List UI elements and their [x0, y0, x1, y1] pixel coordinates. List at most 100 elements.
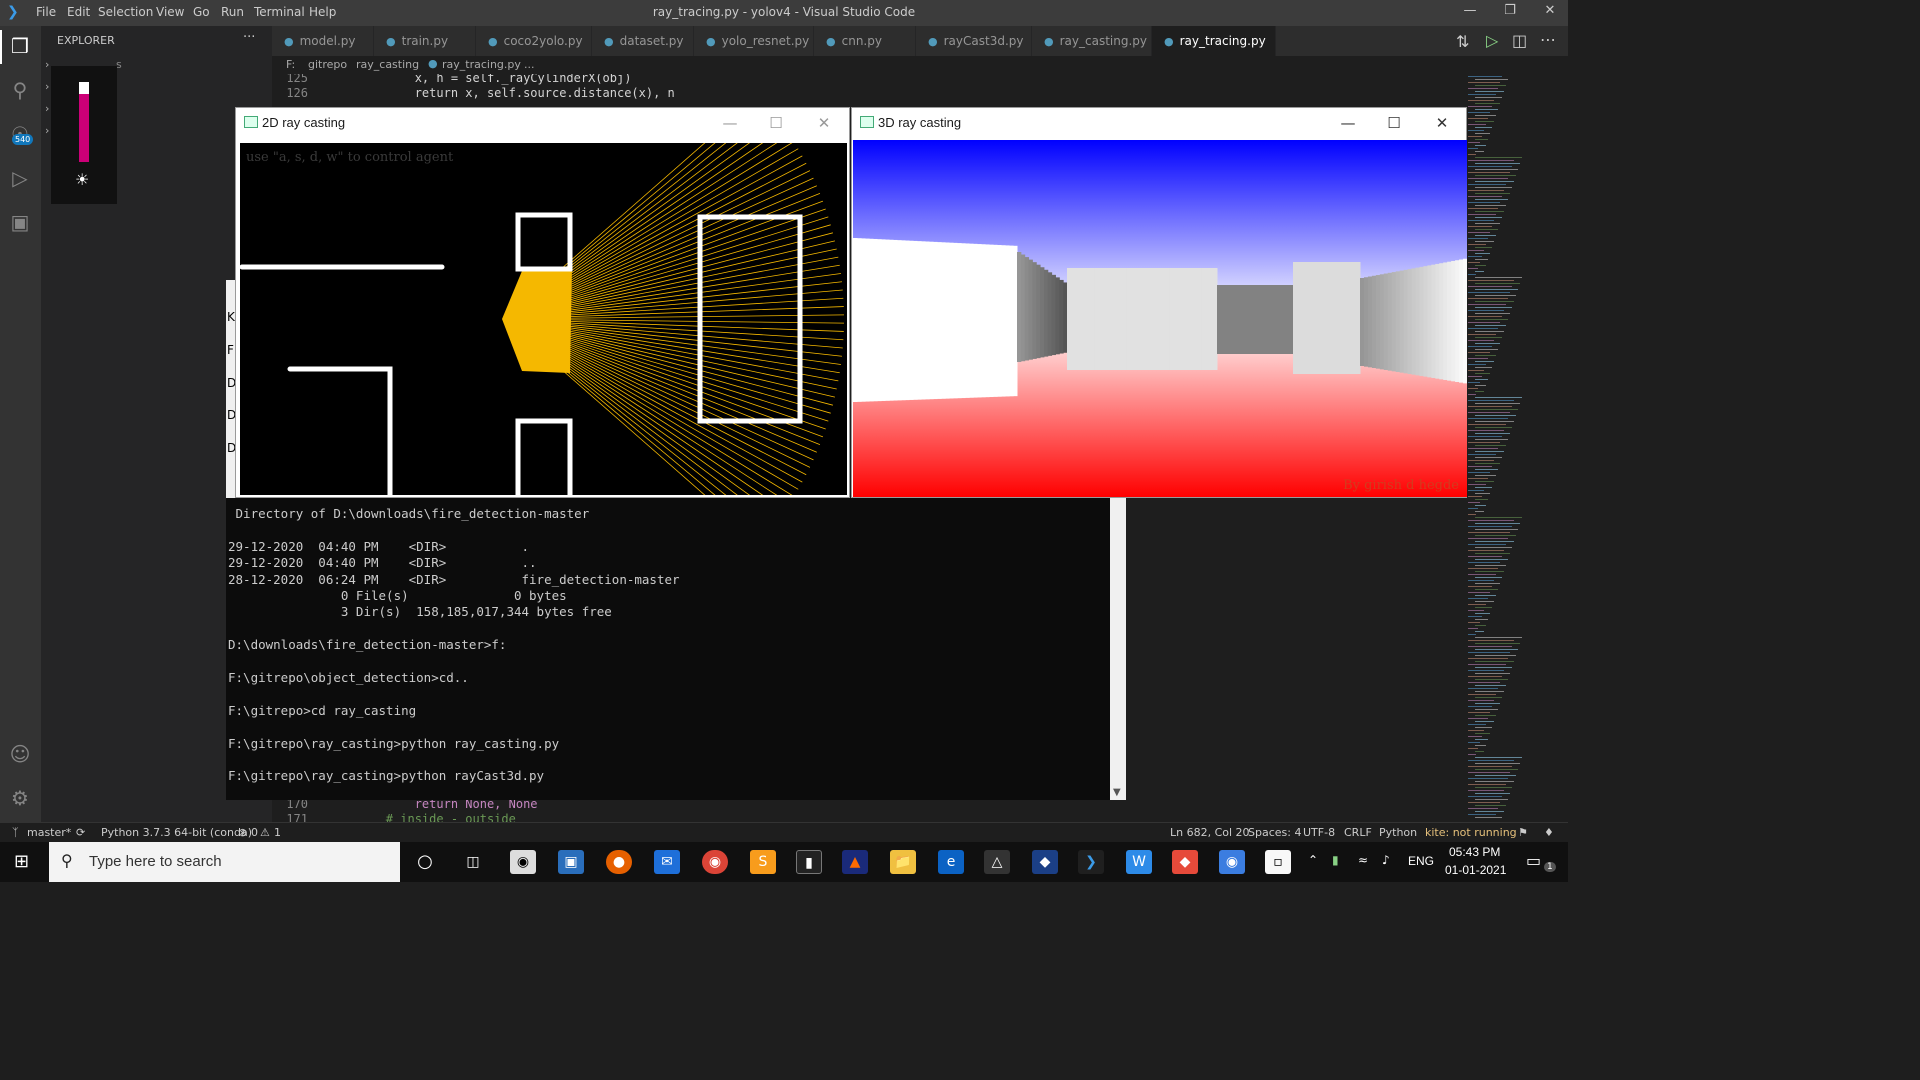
menu-run[interactable]: Run — [221, 5, 244, 19]
tree-chevron-icon[interactable]: › — [45, 124, 49, 137]
menu-selection[interactable]: Selection — [98, 5, 153, 19]
indentation[interactable]: Spaces: 4 — [1248, 826, 1301, 839]
tab-yolo-resnet[interactable]: ● yolo_resnet.py — [694, 26, 814, 56]
explorer-icon[interactable]: ❒ — [8, 34, 32, 58]
firefox-icon[interactable]: ● — [606, 850, 632, 874]
app-icon[interactable]: ▲ — [842, 850, 868, 874]
wifi-icon[interactable]: ≈ — [1358, 853, 1368, 867]
hidden-icons-icon[interactable]: ⌃ — [1308, 853, 1318, 867]
editor-code-top[interactable]: 125 x, h = self._rayCylinderX(obj) 126 r… — [272, 74, 1462, 104]
tab-raycast3d[interactable]: ● rayCast3d.py — [916, 26, 1032, 56]
language-mode[interactable]: Python — [1379, 826, 1417, 839]
compare-icon[interactable]: ⇅ — [1456, 32, 1469, 51]
tab-ray-tracing[interactable]: ●ray_tracing.py✕ — [1152, 26, 1276, 56]
maximize-2d-button[interactable]: ☐ — [754, 112, 798, 134]
breadcrumb-symbol[interactable]: ... — [524, 58, 535, 71]
scroll-down-icon[interactable]: ▼ — [1113, 787, 1121, 798]
camera-icon[interactable]: ◉ — [510, 850, 536, 874]
warning-count[interactable]: 1 — [274, 826, 281, 839]
tab-coco2yolo[interactable]: ● coco2yolo.py — [476, 26, 592, 56]
menu-edit[interactable]: Edit — [67, 5, 90, 19]
clock-date[interactable]: 01-01-2021 — [1445, 863, 1506, 877]
close-button[interactable]: ✕ — [1532, 3, 1568, 23]
sublime-text-icon[interactable]: S — [750, 850, 776, 874]
tab-ray-casting[interactable]: ● ray_casting.py — [1032, 26, 1152, 56]
app-icon[interactable]: W — [1126, 850, 1152, 874]
language-indicator[interactable]: ENG — [1408, 854, 1434, 868]
menu-go[interactable]: Go — [193, 5, 210, 19]
chrome-icon[interactable]: ◉ — [702, 850, 728, 874]
tab-train[interactable]: ● train.py — [374, 26, 476, 56]
app-icon[interactable]: ◆ — [1032, 850, 1058, 874]
breadcrumb-drive[interactable]: F: — [286, 58, 295, 71]
tree-chevron-icon[interactable]: › — [45, 102, 49, 115]
settings-gear-icon[interactable]: ⚙ — [8, 786, 32, 810]
tree-chevron-icon[interactable]: › — [45, 80, 49, 93]
close-tab-icon[interactable]: ✕ — [1274, 34, 1275, 48]
close-2d-button[interactable]: ✕ — [802, 112, 846, 134]
warning-icon[interactable]: ⚠ — [260, 826, 270, 839]
line-ending[interactable]: CRLF — [1344, 826, 1372, 839]
cursor-position[interactable]: Ln 682, Col 20 — [1170, 826, 1250, 839]
run-debug-icon[interactable]: ▷ — [8, 166, 32, 190]
feedback-icon[interactable]: ⚑ — [1518, 826, 1528, 839]
tree-chevron-icon[interactable]: › — [45, 58, 49, 71]
menu-terminal[interactable]: Terminal — [254, 5, 305, 19]
window-2d-ray-casting[interactable]: 2D ray casting — ☐ ✕ use "a, s, d, w" to… — [235, 107, 850, 498]
error-icon[interactable]: ⊗ — [238, 826, 247, 839]
edge-icon[interactable]: e — [938, 850, 964, 874]
more-actions-icon[interactable]: ⋯ — [1540, 30, 1556, 49]
sync-icon[interactable]: ⟳ — [76, 826, 85, 839]
minimize-2d-button[interactable]: — — [708, 112, 752, 134]
editor-code-bottom[interactable]: 170 return None, None 171 # inside - out… — [272, 800, 1462, 822]
python-interpreter[interactable]: Python 3.7.3 64-bit (conda) — [101, 826, 252, 839]
canvas-3d[interactable]: By girish d hegde — [853, 140, 1467, 497]
volume-icon[interactable]: ♪ — [1382, 853, 1390, 867]
minimize-3d-button[interactable]: — — [1326, 112, 1370, 134]
menu-view[interactable]: View — [156, 5, 184, 19]
store-icon[interactable]: ▣ — [558, 850, 584, 874]
minimize-button[interactable]: — — [1452, 3, 1488, 23]
tab-model[interactable]: ● model.py — [272, 26, 374, 56]
notifications-icon[interactable]: ♦ — [1544, 826, 1554, 839]
windows-start-icon[interactable]: ⊞ — [14, 851, 29, 872]
action-center-icon[interactable]: ▭ — [1526, 851, 1541, 870]
git-client-icon[interactable]: ◆ — [1172, 850, 1198, 874]
predator-icon[interactable]: △ — [984, 850, 1010, 874]
task-view-icon[interactable]: ◫ — [460, 850, 486, 874]
restore-button[interactable]: ❐ — [1492, 3, 1528, 23]
console-scrollbar[interactable]: ▼ — [1110, 498, 1126, 800]
canvas-2d[interactable]: use "a, s, d, w" to control agent — [240, 143, 847, 495]
breadcrumb-gitrepo[interactable]: gitrepo — [308, 58, 347, 71]
taskbar-search[interactable]: ⚲ Type here to search — [49, 842, 400, 882]
vscode-taskbar-icon[interactable]: ❯ — [1078, 850, 1104, 874]
battery-icon[interactable]: ▮ — [1332, 853, 1339, 867]
file-explorer-icon[interactable]: 📁 — [890, 850, 916, 874]
menu-help[interactable]: Help — [309, 5, 336, 19]
close-3d-button[interactable]: ✕ — [1420, 112, 1464, 134]
command-prompt[interactable]: Directory of D:\downloads\fire_detection… — [226, 498, 1126, 800]
account-icon[interactable]: ☺ — [8, 742, 32, 766]
search-icon[interactable]: ⚲ — [8, 78, 32, 102]
minimap[interactable] — [1462, 74, 1568, 822]
app-icon[interactable]: ◉ — [1219, 850, 1245, 874]
kite-status[interactable]: kite: not running — [1425, 826, 1517, 839]
error-count[interactable]: 0 — [251, 826, 258, 839]
git-branch[interactable]: master* — [27, 826, 71, 839]
explorer-more-button[interactable]: ··· — [243, 30, 255, 45]
maximize-3d-button[interactable]: ☐ — [1372, 112, 1416, 134]
mail-icon[interactable]: ✉ — [654, 850, 680, 874]
cmd-icon[interactable]: ▮ — [796, 850, 822, 874]
breadcrumb-folder[interactable]: ray_casting — [356, 58, 419, 71]
extensions-icon[interactable]: ▣ — [8, 210, 32, 234]
window-3d-ray-casting[interactable]: 3D ray casting — ☐ ✕ By girish d hegde — [851, 107, 1467, 498]
split-editor-icon[interactable]: ◫ — [1512, 31, 1527, 50]
tab-cnn[interactable]: ● cnn.py — [814, 26, 916, 56]
brightness-icon[interactable]: ☀ — [75, 170, 89, 189]
run-file-icon[interactable]: ▷ — [1486, 31, 1498, 50]
notepad-icon[interactable]: ▫ — [1265, 850, 1291, 874]
breadcrumb-file[interactable]: ray_tracing.py — [442, 58, 521, 71]
clock-time[interactable]: 05:43 PM — [1449, 845, 1500, 859]
encoding[interactable]: UTF-8 — [1303, 826, 1335, 839]
cortana-icon[interactable]: ○ — [412, 850, 438, 874]
